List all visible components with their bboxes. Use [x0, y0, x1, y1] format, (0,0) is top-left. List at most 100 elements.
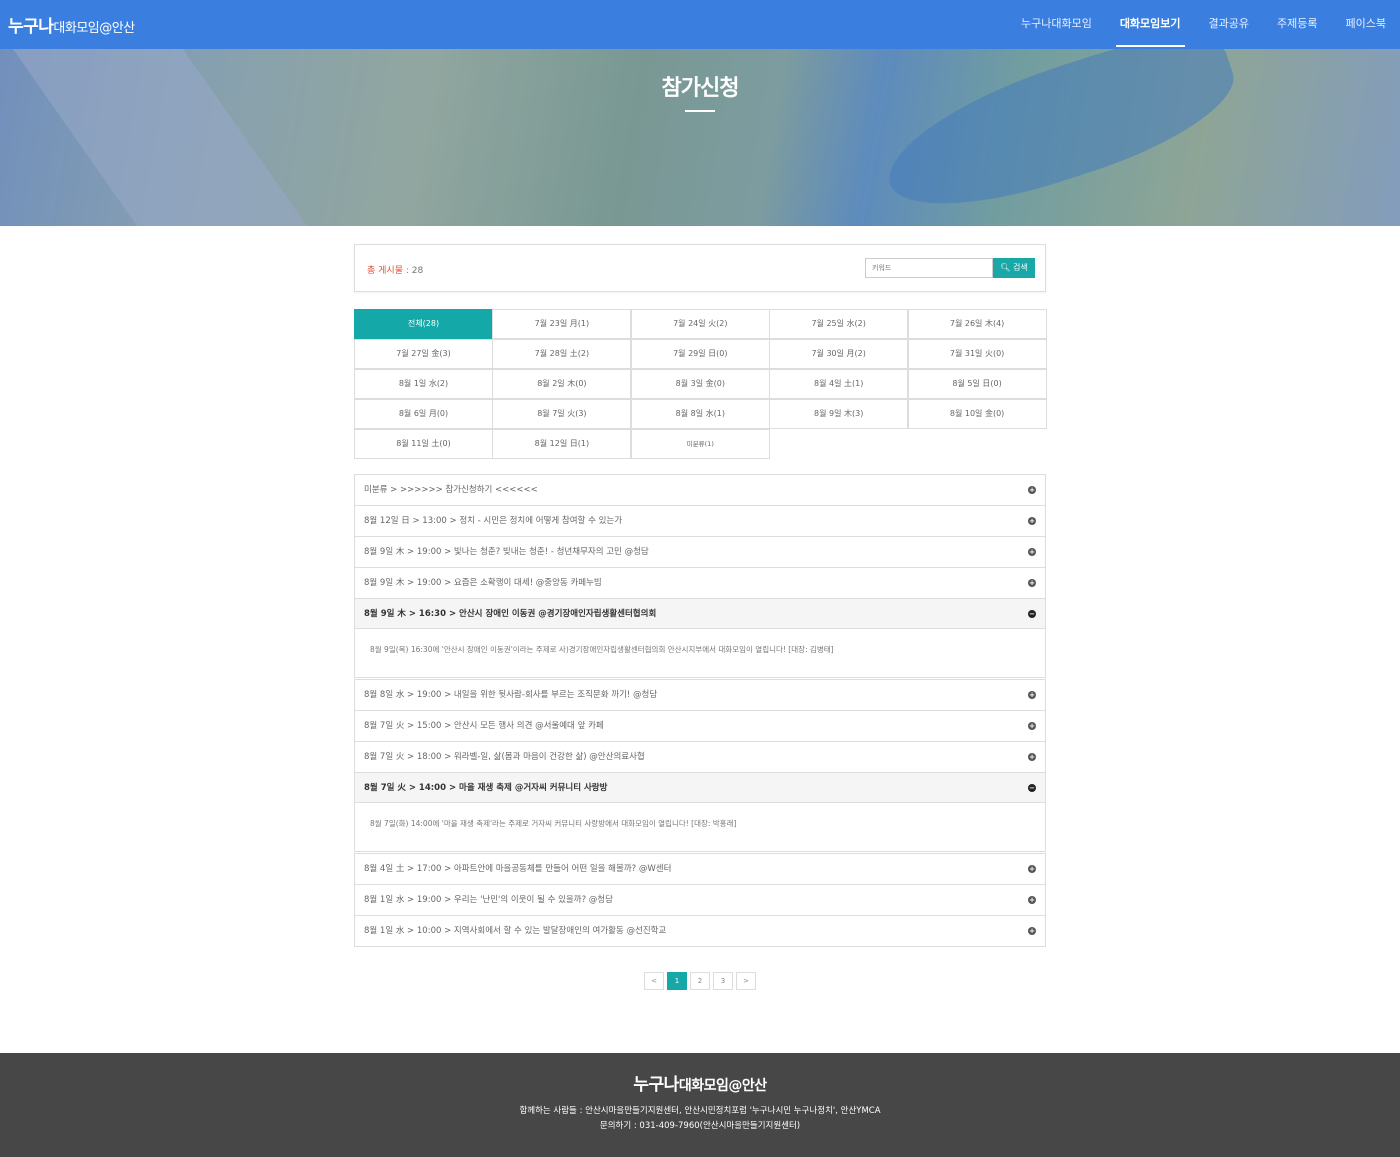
footer: 누구나대화모임@안산 함께하는 사람들 : 안산시마을만들기지원센터, 안산시민… — [0, 1053, 1400, 1157]
list-item-title: 8월 7일 火 > 15:00 > 안산시 모든 행사 의견 @서울예대 앞 카… — [364, 721, 604, 731]
list-item: 8월 9일 木 > 19:00 > 요즘은 소확행이 대세! @중앙동 카페누빔… — [354, 567, 1046, 599]
list-item: 8월 9일 木 > 16:30 > 안산시 장애인 이동권 @경기장애인자립생활… — [354, 598, 1046, 678]
list-item-body: 8월 7일(화) 14:00에 '마을 재생 축제'라는 주제로 거자씨 커뮤니… — [370, 819, 737, 828]
list-item-header[interactable]: 8월 7일 火 > 14:00 > 마을 재생 축제 @거자씨 커뮤니티 사랑방… — [355, 773, 1045, 803]
footer-logo-main: 누구나 — [633, 1075, 679, 1095]
date-filter-cell[interactable]: 7월 31일 火(0) — [907, 339, 1047, 369]
pagination: <1 2 3 > — [644, 972, 756, 990]
list-item-header[interactable]: 8월 9일 木 > 19:00 > 요즘은 소확행이 대세! @중앙동 카페누빔… — [355, 568, 1045, 598]
list-item-header[interactable]: 8월 9일 木 > 16:30 > 안산시 장애인 이동권 @경기장애인자립생활… — [355, 599, 1045, 629]
expand-icon[interactable]: + — [1028, 691, 1036, 699]
date-filter-cell[interactable]: 8월 4일 土(1) — [769, 369, 909, 399]
nav-item-4[interactable]: 페이스북 — [1332, 0, 1400, 49]
list-item: 8월 1일 水 > 10:00 > 지역사회에서 할 수 있는 발달장애인의 여… — [354, 915, 1046, 947]
nav-item-3[interactable]: 주제등록 — [1263, 0, 1331, 49]
expand-icon[interactable]: + — [1028, 927, 1036, 935]
date-filter-cell[interactable]: 7월 28일 土(2) — [492, 339, 632, 369]
list-item-header[interactable]: 8월 12일 日 > 13:00 > 정치 - 시민은 정치에 어떻게 참여할 … — [355, 506, 1045, 536]
date-filter-cell[interactable]: 전체(28) — [354, 309, 493, 339]
date-filter-cell[interactable]: 7월 23일 月(1) — [492, 309, 632, 339]
date-filter-cell[interactable]: 8월 12일 日(1) — [492, 429, 632, 459]
list-item: 미분류 > >>>>>> 참가신청하기 <<<<<< + — [354, 474, 1046, 506]
footer-contact: 문의하기 : 031-409-7960(안산시마을만들기지원센터) — [599, 1121, 801, 1131]
date-filter-cell[interactable]: 8월 1일 水(2) — [354, 369, 493, 399]
page-title: 참가신청 — [661, 76, 740, 101]
expand-icon[interactable]: + — [1028, 865, 1036, 873]
collapse-icon[interactable]: − — [1028, 610, 1036, 618]
list-item: 8월 4일 土 > 17:00 > 아파트안에 마을공동체를 만들어 어떤 일을… — [354, 853, 1046, 885]
nav-item-2[interactable]: 결과공유 — [1195, 0, 1263, 49]
date-filter-cell[interactable]: 8월 10일 金(0) — [907, 399, 1047, 429]
date-filter-cell[interactable]: 8월 5일 日(0) — [907, 369, 1047, 399]
keyword-input[interactable] — [865, 258, 993, 278]
expand-icon[interactable]: + — [1028, 517, 1036, 525]
date-filter-cell[interactable]: 8월 8일 水(1) — [630, 399, 770, 429]
main-nav: 누구나대화모임 대화모임보기 결과공유 주제등록 페이스북 — [1007, 0, 1400, 49]
date-filter-cell[interactable]: 7월 25일 水(2) — [769, 309, 909, 339]
next-page-button[interactable]: > — [736, 972, 756, 990]
date-filter-cell[interactable]: 8월 7일 火(3) — [492, 399, 632, 429]
expand-icon[interactable]: + — [1028, 722, 1036, 730]
date-filter-cell[interactable]: 7월 27일 金(3) — [354, 339, 493, 369]
list-item-title: 8월 8일 水 > 19:00 > 내일을 위한 뒷사람-회사를 부르는 조직문… — [364, 690, 658, 700]
date-filter-cell[interactable]: 8월 9일 木(3) — [769, 399, 909, 429]
list-item-header[interactable]: 8월 7일 火 > 18:00 > 워라벨-일, 삶(몸과 마음이 건강한 삶)… — [355, 742, 1045, 772]
date-filter-cell[interactable]: 7월 30일 月(2) — [769, 339, 909, 369]
nav-item-1[interactable]: 대화모임보기 — [1106, 0, 1195, 49]
collapse-icon[interactable]: − — [1028, 784, 1036, 792]
list-item-title: 8월 1일 水 > 19:00 > 우리는 '난민'의 이웃이 될 수 있을까?… — [364, 895, 613, 905]
date-filter-cell[interactable]: 8월 3일 金(0) — [630, 369, 770, 399]
list-item: 8월 9일 木 > 19:00 > 빛나는 청춘? 빚내는 청춘! - 청년채무… — [354, 536, 1046, 568]
expand-icon[interactable]: + — [1028, 579, 1036, 587]
date-filter-cell[interactable]: 8월 6일 月(0) — [354, 399, 493, 429]
list-item-body: 8월 9일(목) 16:30에 '안산시 장애인 이동권'이라는 주제로 사)경… — [370, 645, 834, 654]
site-logo[interactable]: 누구나대화모임@안산 — [8, 12, 135, 37]
post-count: 총 게시물 : 28 — [367, 263, 423, 276]
list-item-header[interactable]: 8월 8일 水 > 19:00 > 내일을 위한 뒷사람-회사를 부르는 조직문… — [355, 680, 1045, 710]
list-item-title: 8월 9일 木 > 19:00 > 빛나는 청춘? 빚내는 청춘! - 청년채무… — [364, 547, 649, 557]
date-filter-cell[interactable]: 7월 24일 火(2) — [630, 309, 770, 339]
list-item-header[interactable]: 8월 7일 火 > 15:00 > 안산시 모든 행사 의견 @서울예대 앞 카… — [355, 711, 1045, 741]
expand-icon[interactable]: + — [1028, 486, 1036, 494]
footer-logo: 누구나대화모임@안산 — [0, 1070, 1400, 1095]
page-button[interactable]: 2 — [690, 972, 710, 990]
list-item: 8월 7일 火 > 18:00 > 워라벨-일, 삶(몸과 마음이 건강한 삶)… — [354, 741, 1046, 773]
page-button[interactable]: 3 — [713, 972, 733, 990]
list-item-header[interactable]: 8월 1일 水 > 10:00 > 지역사회에서 할 수 있는 발달장애인의 여… — [355, 916, 1045, 946]
page-button[interactable]: 1 — [667, 972, 687, 990]
list-item-header[interactable]: 8월 4일 土 > 17:00 > 아파트안에 마을공동체를 만들어 어떤 일을… — [355, 854, 1045, 884]
expand-icon[interactable]: + — [1028, 548, 1036, 556]
logo-sub-text: 대화모임@안산 — [53, 21, 135, 36]
date-filter-cell[interactable]: 7월 26일 木(4) — [907, 309, 1047, 339]
footer-logo-sub: 대화모임@안산 — [678, 1078, 767, 1094]
date-filter-cell[interactable]: 7월 29일 日(0) — [630, 339, 770, 369]
nav-item-0[interactable]: 누구나대화모임 — [1007, 0, 1106, 49]
date-filter-cell[interactable]: 8월 11일 土(0) — [354, 429, 493, 459]
date-filter-cell[interactable]: 8월 2일 木(0) — [492, 369, 632, 399]
list-item: 8월 8일 水 > 19:00 > 내일을 위한 뒷사람-회사를 부르는 조직문… — [354, 679, 1046, 711]
expand-icon[interactable]: + — [1028, 896, 1036, 904]
list-item-header[interactable]: 8월 9일 木 > 19:00 > 빛나는 청춘? 빚내는 청춘! - 청년채무… — [355, 537, 1045, 567]
list-item: 8월 12일 日 > 13:00 > 정치 - 시민은 정치에 어떻게 참여할 … — [354, 505, 1046, 537]
list-item-title: 8월 1일 水 > 10:00 > 지역사회에서 할 수 있는 발달장애인의 여… — [364, 926, 667, 936]
search-panel: 총 게시물 : 28 🔍︎ 검색 — [354, 244, 1046, 292]
list-item-title: 8월 7일 火 > 14:00 > 마을 재생 축제 @거자씨 커뮤니티 사랑방 — [364, 783, 608, 793]
search-button-label: 검색 — [1012, 263, 1028, 272]
list-item: 8월 7일 火 > 14:00 > 마을 재생 축제 @거자씨 커뮤니티 사랑방… — [354, 772, 1046, 852]
expand-icon[interactable]: + — [1028, 753, 1036, 761]
list-item: 8월 1일 水 > 19:00 > 우리는 '난민'의 이웃이 될 수 있을까?… — [354, 884, 1046, 916]
list-item-header[interactable]: 8월 1일 水 > 19:00 > 우리는 '난민'의 이웃이 될 수 있을까?… — [355, 885, 1045, 915]
footer-partners: 함께하는 사람들 : 안산시마을만들기지원센터, 안산시민정치포럼 '누구나시민… — [519, 1106, 881, 1116]
list-item-title: 8월 4일 土 > 17:00 > 아파트안에 마을공동체를 만들어 어떤 일을… — [364, 864, 672, 874]
list-item-title: 8월 9일 木 > 16:30 > 안산시 장애인 이동권 @경기장애인자립생활… — [364, 609, 657, 619]
list-item-title: 8월 9일 木 > 19:00 > 요즘은 소확행이 대세! @중앙동 카페누빔 — [364, 578, 602, 588]
list-item-title: 8월 12일 日 > 13:00 > 정치 - 시민은 정치에 어떻게 참여할 … — [364, 516, 623, 526]
list-item-title: 미분류 > >>>>>> 참가신청하기 <<<<<< — [364, 485, 538, 495]
prev-page-button[interactable]: < — [644, 972, 664, 990]
post-count-label: 총 게시물 : — [367, 266, 412, 276]
list-item-header[interactable]: 미분류 > >>>>>> 참가신청하기 <<<<<< + — [355, 475, 1045, 505]
search-button[interactable]: 🔍︎ 검색 — [993, 258, 1035, 278]
post-count-value: 28 — [411, 266, 424, 276]
top-navbar: 누구나대화모임@안산 누구나대화모임 대화모임보기 결과공유 주제등록 페이스북 — [0, 0, 1400, 49]
date-filter-cell[interactable]: 미분류(1) — [630, 429, 770, 459]
